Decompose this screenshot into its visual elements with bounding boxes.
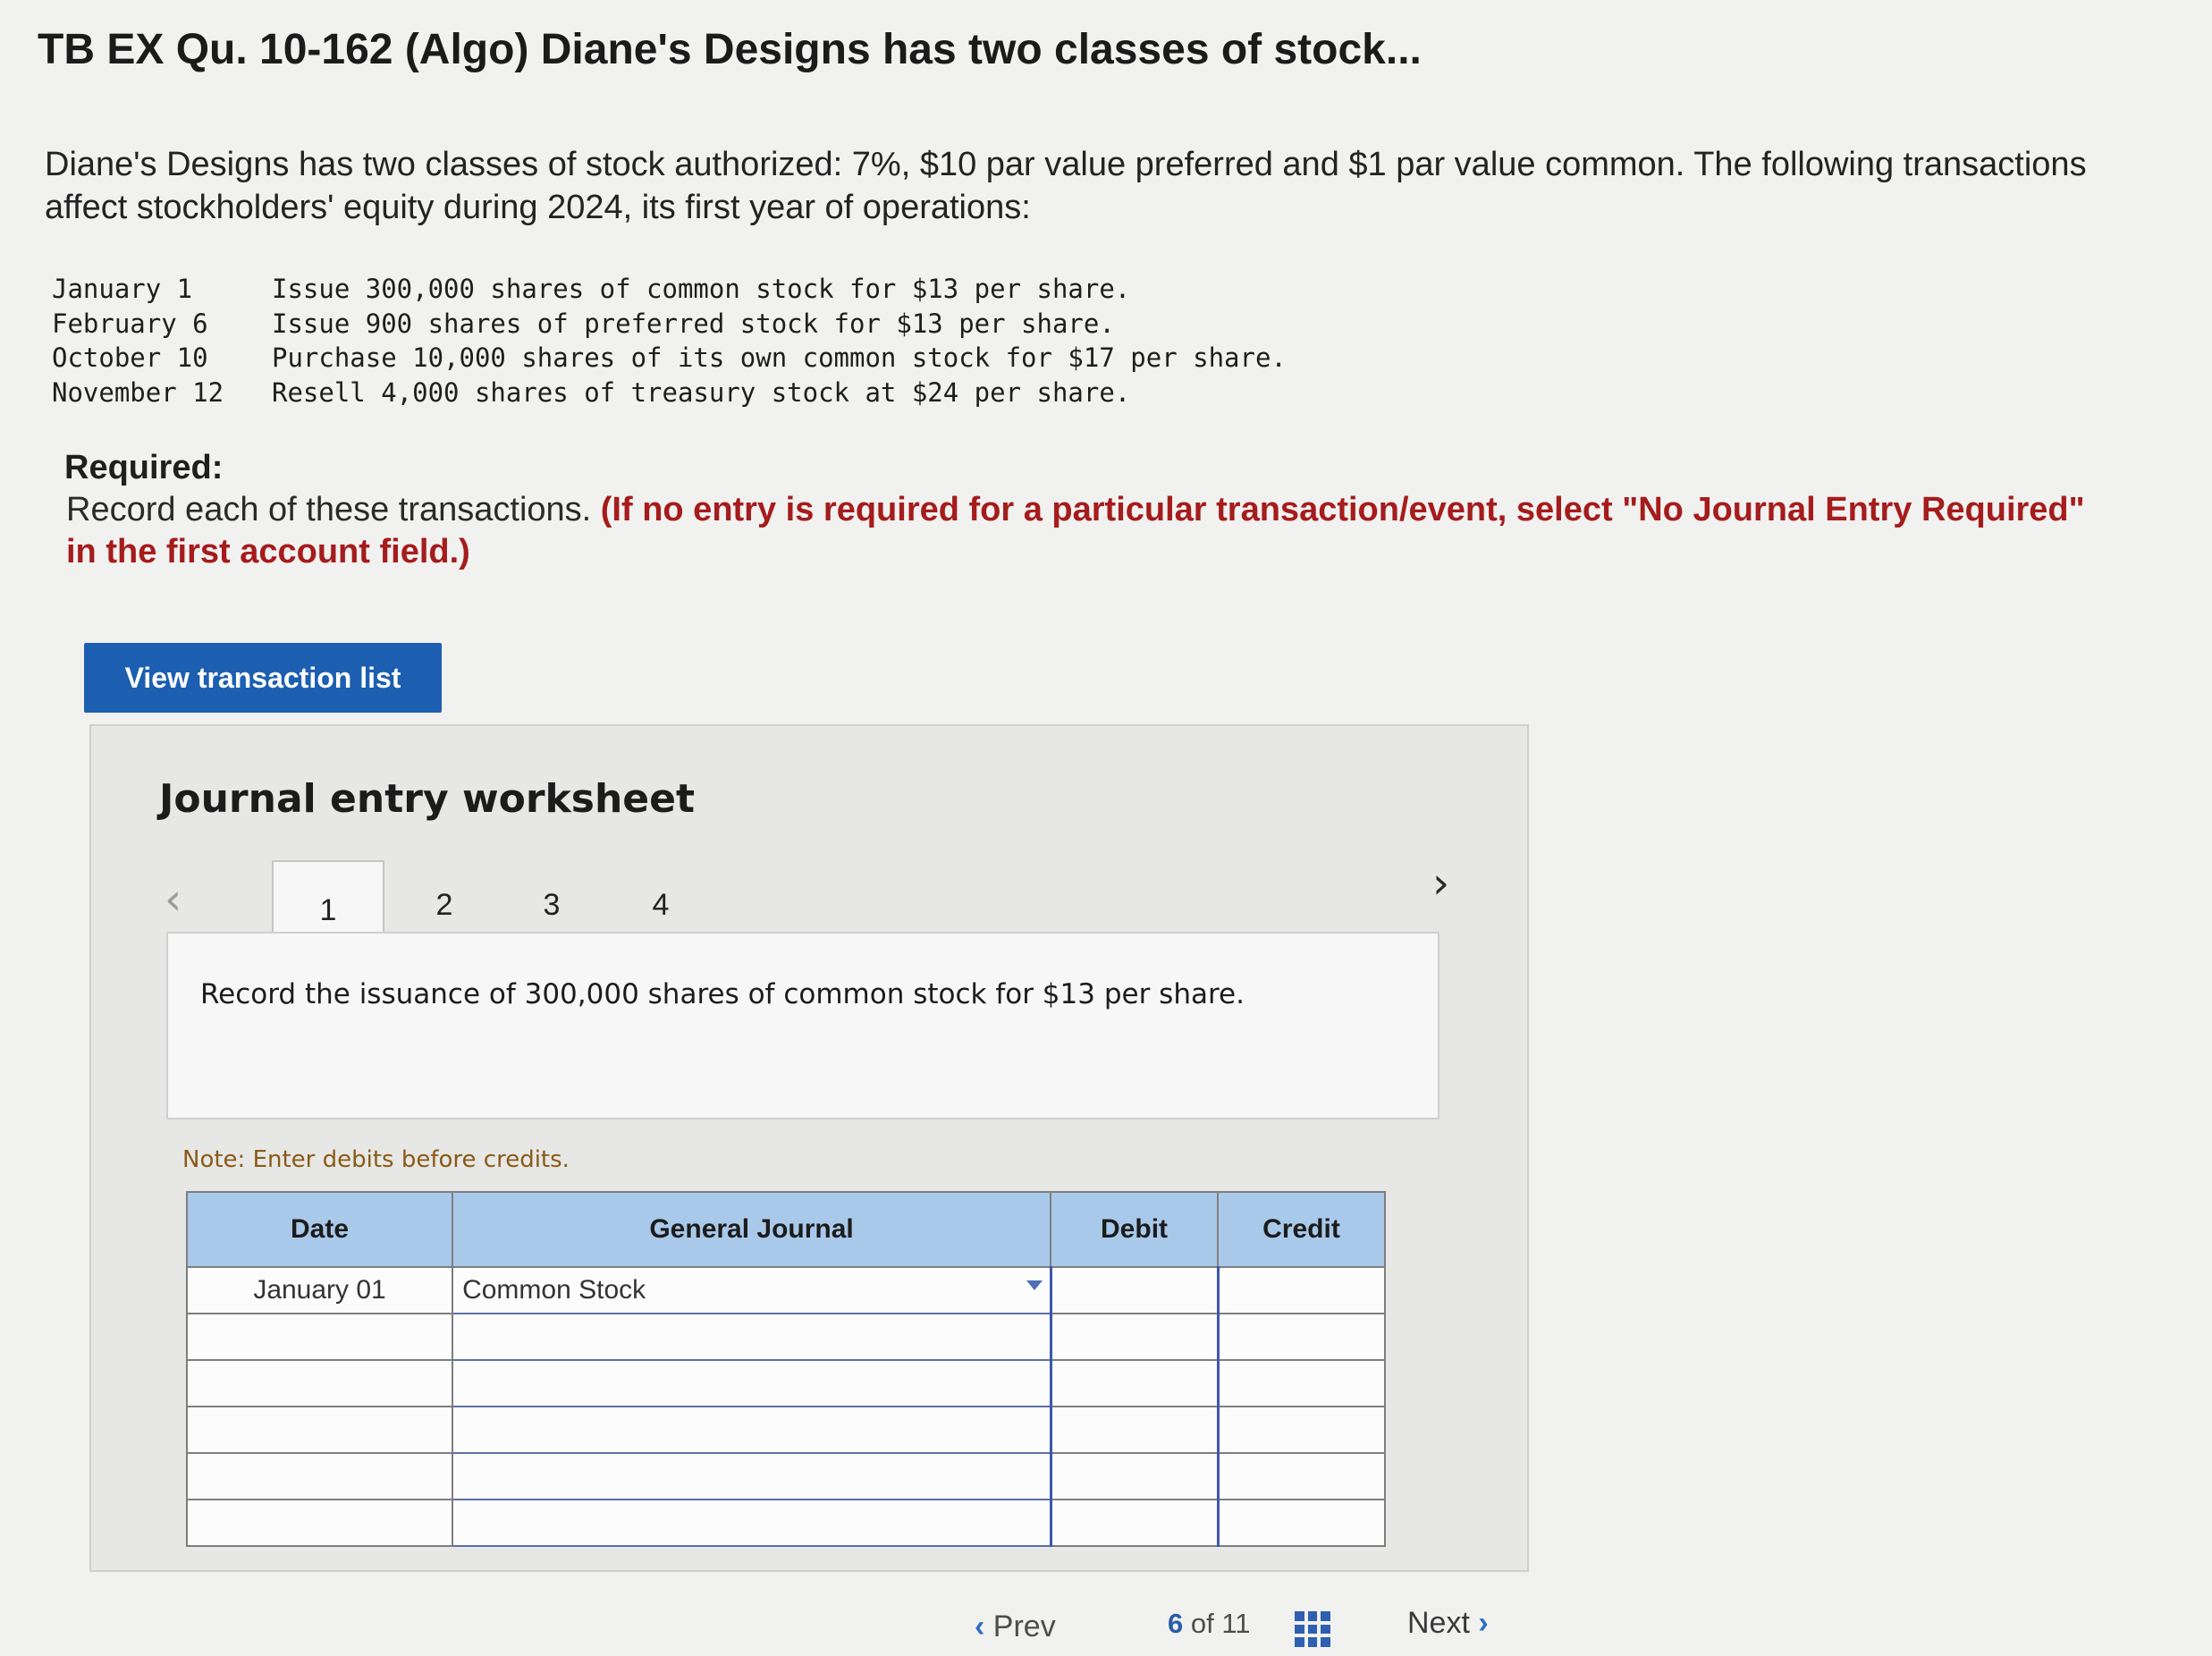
transaction-date: October 10 <box>52 342 208 374</box>
debit-input[interactable] <box>1049 1359 1219 1407</box>
prev-label: Prev <box>992 1610 1056 1643</box>
credit-input[interactable] <box>1216 1452 1386 1500</box>
required-instruction: Record each of these transactions. <box>66 491 592 528</box>
transactions-list: January 1 Issue 300,000 shares of common… <box>52 272 1287 410</box>
transaction-date: February 6 <box>52 308 208 339</box>
date-cell[interactable] <box>185 1313 454 1361</box>
account-select[interactable] <box>452 1359 1052 1407</box>
account-select[interactable] <box>452 1452 1052 1500</box>
date-cell[interactable] <box>185 1359 454 1407</box>
transaction-row: January 1 Issue 300,000 shares of common… <box>52 272 1287 307</box>
required-heading: Required: <box>64 449 224 486</box>
date-cell[interactable]: January 01 <box>185 1266 454 1314</box>
table-row: January 01 Common Stock <box>185 1266 1386 1314</box>
journal-header-row: Date General Journal Debit Credit <box>185 1191 1386 1268</box>
current-question: 6 <box>1168 1608 1184 1639</box>
journal-entry-worksheet: Journal entry worksheet ‹ 1 2 3 4 › Reco… <box>89 724 1529 1572</box>
credit-input[interactable] <box>1216 1266 1386 1314</box>
date-cell[interactable] <box>185 1452 454 1500</box>
table-row <box>185 1452 1386 1500</box>
debit-input[interactable] <box>1049 1452 1219 1500</box>
of-label: of <box>1190 1608 1214 1639</box>
credit-input[interactable] <box>1216 1406 1386 1454</box>
next-label: Next <box>1407 1606 1470 1640</box>
transaction-prompt: Record the issuance of 300,000 shares of… <box>200 978 1245 1010</box>
debit-column-header: Debit <box>1050 1191 1219 1268</box>
account-select[interactable] <box>452 1406 1052 1454</box>
chevron-left-icon[interactable]: ‹ <box>165 874 182 925</box>
chevron-left-icon: ‹ <box>975 1610 985 1643</box>
account-select[interactable]: Common Stock <box>452 1266 1052 1314</box>
journal-table: Date General Journal Debit Credit Januar… <box>185 1191 1386 1547</box>
grid-icon[interactable] <box>1295 1611 1330 1647</box>
debit-input[interactable] <box>1049 1313 1219 1361</box>
account-select[interactable] <box>452 1499 1052 1547</box>
transaction-row: February 6 Issue 900 shares of preferred… <box>52 307 1287 342</box>
problem-intro: Diane's Designs has two classes of stock… <box>45 146 2087 226</box>
chevron-right-icon[interactable]: › <box>1432 858 1449 908</box>
debit-input[interactable] <box>1049 1499 1219 1547</box>
transaction-row: November 12 Resell 4,000 shares of treas… <box>52 376 1287 410</box>
transaction-prompt-box: Record the issuance of 300,000 shares of… <box>166 932 1439 1119</box>
credit-input[interactable] <box>1216 1313 1386 1361</box>
credit-column-header: Credit <box>1217 1191 1386 1268</box>
required-text: Record each of these transactions. (If n… <box>66 489 2087 573</box>
transaction-date: November 12 <box>52 376 224 408</box>
debit-input[interactable] <box>1049 1266 1219 1314</box>
next-button[interactable]: Next › <box>1407 1606 1489 1641</box>
journal-column-header: General Journal <box>452 1191 1052 1268</box>
transaction-row: October 10 Purchase 10,000 shares of its… <box>52 341 1287 376</box>
entry-note: Note: Enter debits before credits. <box>182 1146 570 1173</box>
table-row <box>185 1359 1386 1407</box>
date-cell[interactable] <box>185 1499 454 1547</box>
debit-input[interactable] <box>1049 1406 1219 1454</box>
table-row <box>185 1499 1386 1547</box>
credit-input[interactable] <box>1216 1359 1386 1407</box>
transaction-date: January 1 <box>52 274 193 305</box>
transaction-text: Resell 4,000 shares of treasury stock at… <box>272 376 1131 408</box>
dropdown-arrow-icon[interactable] <box>1026 1280 1043 1290</box>
question-counter[interactable]: 6 of 11 <box>1168 1608 1251 1640</box>
prev-button[interactable]: ‹ Prev <box>975 1610 1056 1644</box>
transaction-text: Issue 300,000 shares of common stock for… <box>272 274 1131 305</box>
table-row <box>185 1406 1386 1454</box>
date-cell[interactable] <box>185 1406 454 1454</box>
worksheet-title: Journal entry worksheet <box>159 776 696 822</box>
date-column-header: Date <box>185 1191 454 1268</box>
transaction-text: Issue 900 shares of preferred stock for … <box>272 308 1115 339</box>
credit-input[interactable] <box>1216 1499 1386 1547</box>
account-select[interactable] <box>452 1313 1052 1361</box>
page-title: TB EX Qu. 10-162 (Algo) Diane's Designs … <box>38 26 1422 73</box>
table-row <box>185 1313 1386 1361</box>
view-transaction-list-button[interactable]: View transaction list <box>84 643 442 713</box>
transaction-text: Purchase 10,000 shares of its own common… <box>272 342 1287 374</box>
account-value: Common Stock <box>462 1275 646 1305</box>
chevron-right-icon: › <box>1478 1606 1489 1640</box>
total-questions: 11 <box>1221 1608 1251 1639</box>
